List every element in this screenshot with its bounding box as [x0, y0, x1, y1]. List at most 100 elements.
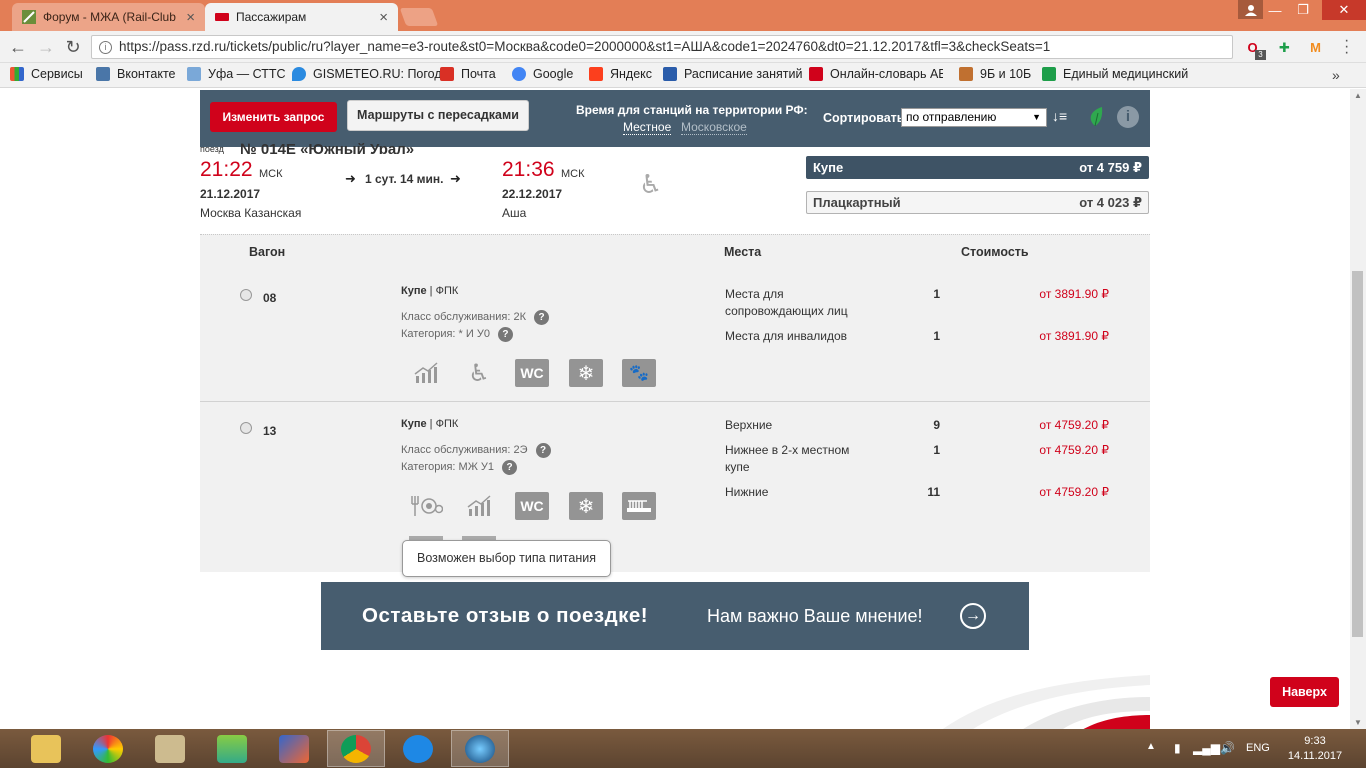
- seat-type: Верхние: [725, 418, 773, 432]
- bookmark-schedule[interactable]: Расписание занятий: [663, 67, 802, 81]
- address-bar[interactable]: i https://pass.rzd.ru/tickets/public/ru?…: [91, 35, 1233, 59]
- timezone-moscow-link[interactable]: Московское: [681, 120, 747, 135]
- transfer-routes-button[interactable]: Маршруты с пересадками: [347, 100, 529, 131]
- back-to-top-button[interactable]: Наверх: [1270, 677, 1339, 707]
- air-conditioning-icon[interactable]: ❄: [569, 492, 603, 520]
- tab-passengers[interactable]: Пассажирам ×: [205, 3, 398, 31]
- taskbar-app[interactable]: [451, 730, 509, 767]
- seat-price: от 3891.90 ₽: [1039, 329, 1109, 343]
- air-conditioning-icon[interactable]: ❄: [569, 359, 603, 387]
- window-minimize-icon[interactable]: —: [1261, 0, 1289, 20]
- sort-direction-icon[interactable]: ↓≡: [1052, 108, 1067, 124]
- chart-icon[interactable]: [409, 359, 443, 387]
- eco-leaf-icon[interactable]: [1086, 105, 1104, 127]
- input-language[interactable]: ENG: [1246, 742, 1270, 754]
- hygiene-kit-icon[interactable]: [622, 492, 656, 520]
- car-category: Категория: * И У0?: [401, 327, 513, 342]
- class-kupe-button[interactable]: Купе от 4 759 ₽: [806, 156, 1149, 179]
- extension-m-icon[interactable]: M: [1307, 39, 1324, 56]
- seat-type: Места для сопровождающих лиц: [725, 287, 848, 318]
- taskbar-picasa[interactable]: [79, 730, 137, 767]
- bookmark-services[interactable]: Сервисы: [10, 67, 83, 81]
- bookmark-mail[interactable]: Почта: [440, 67, 496, 81]
- battery-icon[interactable]: ▮: [1174, 741, 1181, 755]
- car-service-class: Класс обслуживания: 2Э?: [401, 443, 551, 458]
- sort-label: Сортировать: [823, 111, 905, 125]
- car-type: Купе | ФПК: [401, 285, 459, 297]
- change-request-button[interactable]: Изменить запрос: [210, 102, 337, 132]
- network-icon[interactable]: ▂▄▆: [1193, 741, 1220, 755]
- tab-title: Форум - МЖА (Rail-Club: [43, 10, 176, 24]
- bookmark-dictionary[interactable]: Онлайн-словарь ABI: [809, 67, 943, 81]
- tab-close-icon[interactable]: ×: [186, 9, 195, 26]
- forward-arrow-icon[interactable]: →: [35, 37, 57, 57]
- search-filter-bar: Изменить запрос Маршруты с пересадками В…: [200, 90, 1150, 147]
- dictionary-icon: [809, 67, 823, 81]
- browser-menu-icon[interactable]: · · ·: [1344, 33, 1354, 61]
- chart-icon[interactable]: [462, 492, 496, 520]
- back-arrow-icon[interactable]: ←: [7, 37, 29, 57]
- info-icon[interactable]: i: [1117, 106, 1139, 128]
- arrival-station: Аша: [502, 206, 527, 220]
- taskbar-chrome[interactable]: [327, 730, 385, 767]
- seat-type: Нижнее в 2-х местном купе: [725, 443, 850, 474]
- new-tab-button[interactable]: [399, 8, 439, 26]
- taskbar-notepad[interactable]: [141, 730, 199, 767]
- bookmarks-more-icon[interactable]: »: [1332, 67, 1340, 83]
- volume-icon[interactable]: 🔊: [1220, 741, 1235, 755]
- car-radio[interactable]: [240, 422, 252, 434]
- car-radio[interactable]: [240, 289, 252, 301]
- scrollbar-thumb[interactable]: [1352, 271, 1363, 637]
- food-icon[interactable]: [409, 492, 443, 520]
- bookmark-9b10b[interactable]: 9Б и 10Б: [959, 67, 1031, 81]
- help-icon[interactable]: ?: [497, 327, 513, 342]
- google-icon: [512, 67, 526, 81]
- taskbar-matlab[interactable]: [265, 730, 323, 767]
- wheelchair-icon[interactable]: ♿: [462, 359, 496, 387]
- wc-icon[interactable]: WC: [515, 492, 549, 520]
- departure-timezone: МСК: [259, 168, 283, 180]
- page-scrollbar[interactable]: ▲ ▼: [1350, 89, 1366, 729]
- header-cost: Стоимость: [961, 245, 1029, 259]
- system-clock[interactable]: 9:33 14.11.2017: [1286, 734, 1344, 764]
- window-restore-icon[interactable]: ❐: [1289, 0, 1317, 20]
- bookmark-ufa[interactable]: Уфа — СТТС: [187, 67, 286, 81]
- help-icon[interactable]: ?: [535, 443, 551, 458]
- bookmark-gismeteo[interactable]: GISMETEO.RU: Погод: [292, 67, 442, 81]
- address-url: https://pass.rzd.ru/tickets/public/ru?la…: [119, 39, 1051, 54]
- browser-tab-bar: Форум - МЖА (Rail-Club × Пассажирам × — …: [0, 0, 1366, 31]
- feedback-banner[interactable]: Оставьте отзыв о поездке! Нам важно Ваше…: [321, 582, 1029, 650]
- taskbar-bluestacks[interactable]: [203, 730, 261, 767]
- class-platskart-button[interactable]: Плацкартный от 4 023 ₽: [806, 191, 1149, 214]
- seat-count: 11: [927, 485, 940, 499]
- extension-puzzle-icon[interactable]: ✚: [1276, 39, 1293, 56]
- bookmark-yandex[interactable]: Яндекс: [589, 67, 652, 81]
- site-info-icon[interactable]: i: [99, 41, 112, 54]
- car-type: Купе | ФПК: [401, 418, 459, 430]
- user-profile-icon[interactable]: [1238, 0, 1263, 19]
- feedback-subtitle: Нам важно Ваше мнение!: [707, 606, 923, 626]
- taskbar-explorer[interactable]: [17, 730, 75, 767]
- car-number: 13: [263, 424, 277, 438]
- wc-icon[interactable]: WC: [515, 359, 549, 387]
- extension-badge: 3: [1255, 50, 1266, 60]
- matlab-icon: [279, 734, 309, 763]
- picasa-icon: [93, 734, 123, 763]
- taskbar-ie[interactable]: [389, 730, 447, 767]
- pets-icon[interactable]: 🐾: [622, 359, 656, 387]
- help-icon[interactable]: ?: [534, 310, 549, 325]
- tab-forum[interactable]: Форум - МЖА (Rail-Club ×: [12, 3, 205, 31]
- timezone-local-link[interactable]: Местное: [623, 120, 672, 135]
- car-category: Категория: МЖ У1?: [401, 460, 518, 475]
- tab-close-icon[interactable]: ×: [379, 9, 388, 26]
- bookmark-google[interactable]: Google: [512, 67, 573, 81]
- reload-icon[interactable]: ↻: [62, 37, 84, 57]
- tray-expand-icon[interactable]: ▲: [1146, 741, 1156, 752]
- bookmark-medical[interactable]: Единый медицинский: [1042, 67, 1188, 81]
- seat-count: 1: [933, 443, 940, 457]
- sort-select[interactable]: по отправлению ▼: [901, 108, 1047, 127]
- window-close-icon[interactable]: ✕: [1322, 0, 1366, 20]
- wheelchair-icon: ♿: [639, 169, 663, 199]
- help-icon[interactable]: ?: [502, 460, 518, 475]
- bookmark-vk[interactable]: Вконтакте: [96, 67, 175, 81]
